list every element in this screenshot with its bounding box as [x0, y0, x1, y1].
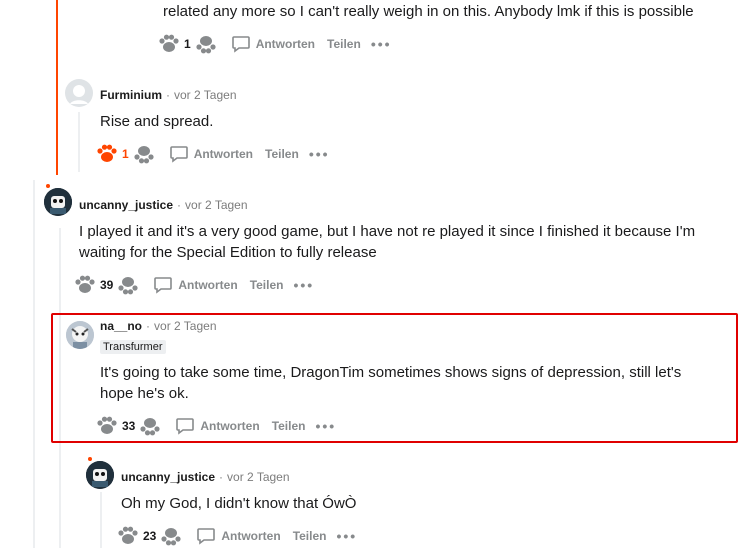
user-flair: Transfurmer	[100, 337, 166, 355]
timestamp[interactable]: vor 2 Tagen	[227, 470, 290, 484]
separator: ·	[166, 88, 170, 102]
share-label: Teilen	[265, 147, 299, 161]
reply-label: Antworten	[255, 37, 316, 51]
paw-upvote-icon[interactable]	[74, 275, 96, 295]
vote-count: 1	[184, 37, 191, 51]
comment-text: I played it and it's a very good game, b…	[79, 223, 696, 261]
paw-upvote-icon[interactable]	[158, 34, 180, 54]
paw-downvote-icon[interactable]	[195, 34, 217, 54]
vote-count: 1	[122, 147, 129, 161]
share-button[interactable]: Teilen	[287, 529, 333, 543]
more-options-icon[interactable]: •••	[367, 36, 396, 52]
comment-bubble-icon	[154, 277, 173, 294]
vote-count: 23	[143, 529, 157, 543]
reply-button[interactable]: Antworten	[225, 35, 321, 53]
avatar[interactable]	[66, 321, 94, 349]
username[interactable]: uncanny_justice	[121, 470, 215, 484]
share-button[interactable]: Teilen	[244, 278, 290, 292]
comment-text: Oh my God, I didn't know that ÓwÒ	[121, 495, 357, 512]
share-label: Teilen	[327, 37, 361, 51]
flair-label: Transfurmer	[100, 340, 166, 354]
comment-header: na__no · vor 2 Tagen	[100, 317, 217, 335]
comment-bubble-icon	[176, 418, 195, 435]
reply-button[interactable]: Antworten	[190, 527, 286, 545]
timestamp[interactable]: vor 2 Tagen	[174, 88, 237, 102]
username[interactable]: Furminium	[100, 88, 162, 102]
share-button[interactable]: Teilen	[266, 419, 312, 433]
more-options-icon[interactable]: •••	[289, 277, 318, 293]
reply-button[interactable]: Antworten	[169, 417, 265, 435]
reply-label: Antworten	[178, 278, 238, 292]
comment-actions: 39 Antworten Teilen •••	[74, 273, 318, 297]
comment-actions: 33 Antworten Teilen •••	[96, 414, 340, 438]
avatar[interactable]	[44, 188, 72, 216]
share-button[interactable]: Teilen	[321, 37, 367, 51]
thread-line-active[interactable]	[56, 0, 58, 175]
paw-downvote-icon[interactable]	[160, 526, 182, 546]
comment-bubble-icon	[231, 36, 250, 53]
comment-bubble-icon	[197, 528, 216, 545]
reply-label: Antworten	[193, 147, 254, 161]
share-label: Teilen	[249, 278, 284, 292]
avatar[interactable]	[86, 461, 114, 489]
separator: ·	[219, 470, 224, 484]
more-options-icon[interactable]: •••	[311, 418, 340, 434]
reply-label: Antworten	[200, 419, 260, 433]
reply-label: Antworten	[221, 529, 281, 543]
avatar[interactable]	[65, 79, 93, 107]
more-options-icon[interactable]: •••	[305, 146, 334, 162]
comment-text: It's going to take some time, DragonTim …	[100, 364, 682, 402]
paw-upvote-icon[interactable]	[117, 526, 139, 546]
reply-button[interactable]: Antworten	[163, 145, 259, 163]
thread-line-grandchild[interactable]	[100, 492, 102, 548]
vote-count: 39	[100, 278, 114, 292]
timestamp[interactable]: vor 2 Tagen	[154, 319, 217, 333]
timestamp[interactable]: vor 2 Tagen	[185, 198, 248, 212]
share-label: Teilen	[271, 419, 306, 433]
thread-line-root[interactable]	[33, 180, 35, 548]
comment-actions: 1 Antworten Teilen •••	[158, 32, 396, 56]
online-indicator	[46, 184, 50, 188]
reply-button[interactable]: Antworten	[147, 276, 243, 294]
separator: ·	[146, 319, 151, 333]
thread-line-nested[interactable]	[78, 112, 80, 172]
share-label: Teilen	[292, 529, 327, 543]
comment-actions: 1 Antworten Teilen •••	[96, 142, 334, 166]
share-button[interactable]: Teilen	[259, 147, 305, 161]
username[interactable]: na__no	[100, 319, 142, 333]
comment-text: Rise and spread.	[100, 113, 214, 130]
paw-downvote-icon[interactable]	[133, 144, 155, 164]
comment-header: Furminium · vor 2 Tagen	[100, 86, 237, 104]
paw-upvote-icon[interactable]	[96, 416, 118, 436]
paw-upvote-icon[interactable]	[96, 144, 118, 164]
comment-bubble-icon	[169, 146, 188, 163]
paw-downvote-icon[interactable]	[139, 416, 161, 436]
comment-actions: 23 Antworten Teilen •••	[117, 524, 361, 548]
comment-header: uncanny_justice · vor 2 Tagen	[121, 468, 290, 486]
vote-count: 33	[122, 419, 136, 433]
comment-header: uncanny_justice · vor 2 Tagen	[79, 196, 248, 214]
paw-downvote-icon[interactable]	[117, 275, 139, 295]
online-indicator	[88, 457, 92, 461]
username[interactable]: uncanny_justice	[79, 198, 173, 212]
comment-text: related any more so I can't really weigh…	[163, 3, 694, 20]
separator: ·	[177, 198, 182, 212]
more-options-icon[interactable]: •••	[332, 528, 361, 544]
